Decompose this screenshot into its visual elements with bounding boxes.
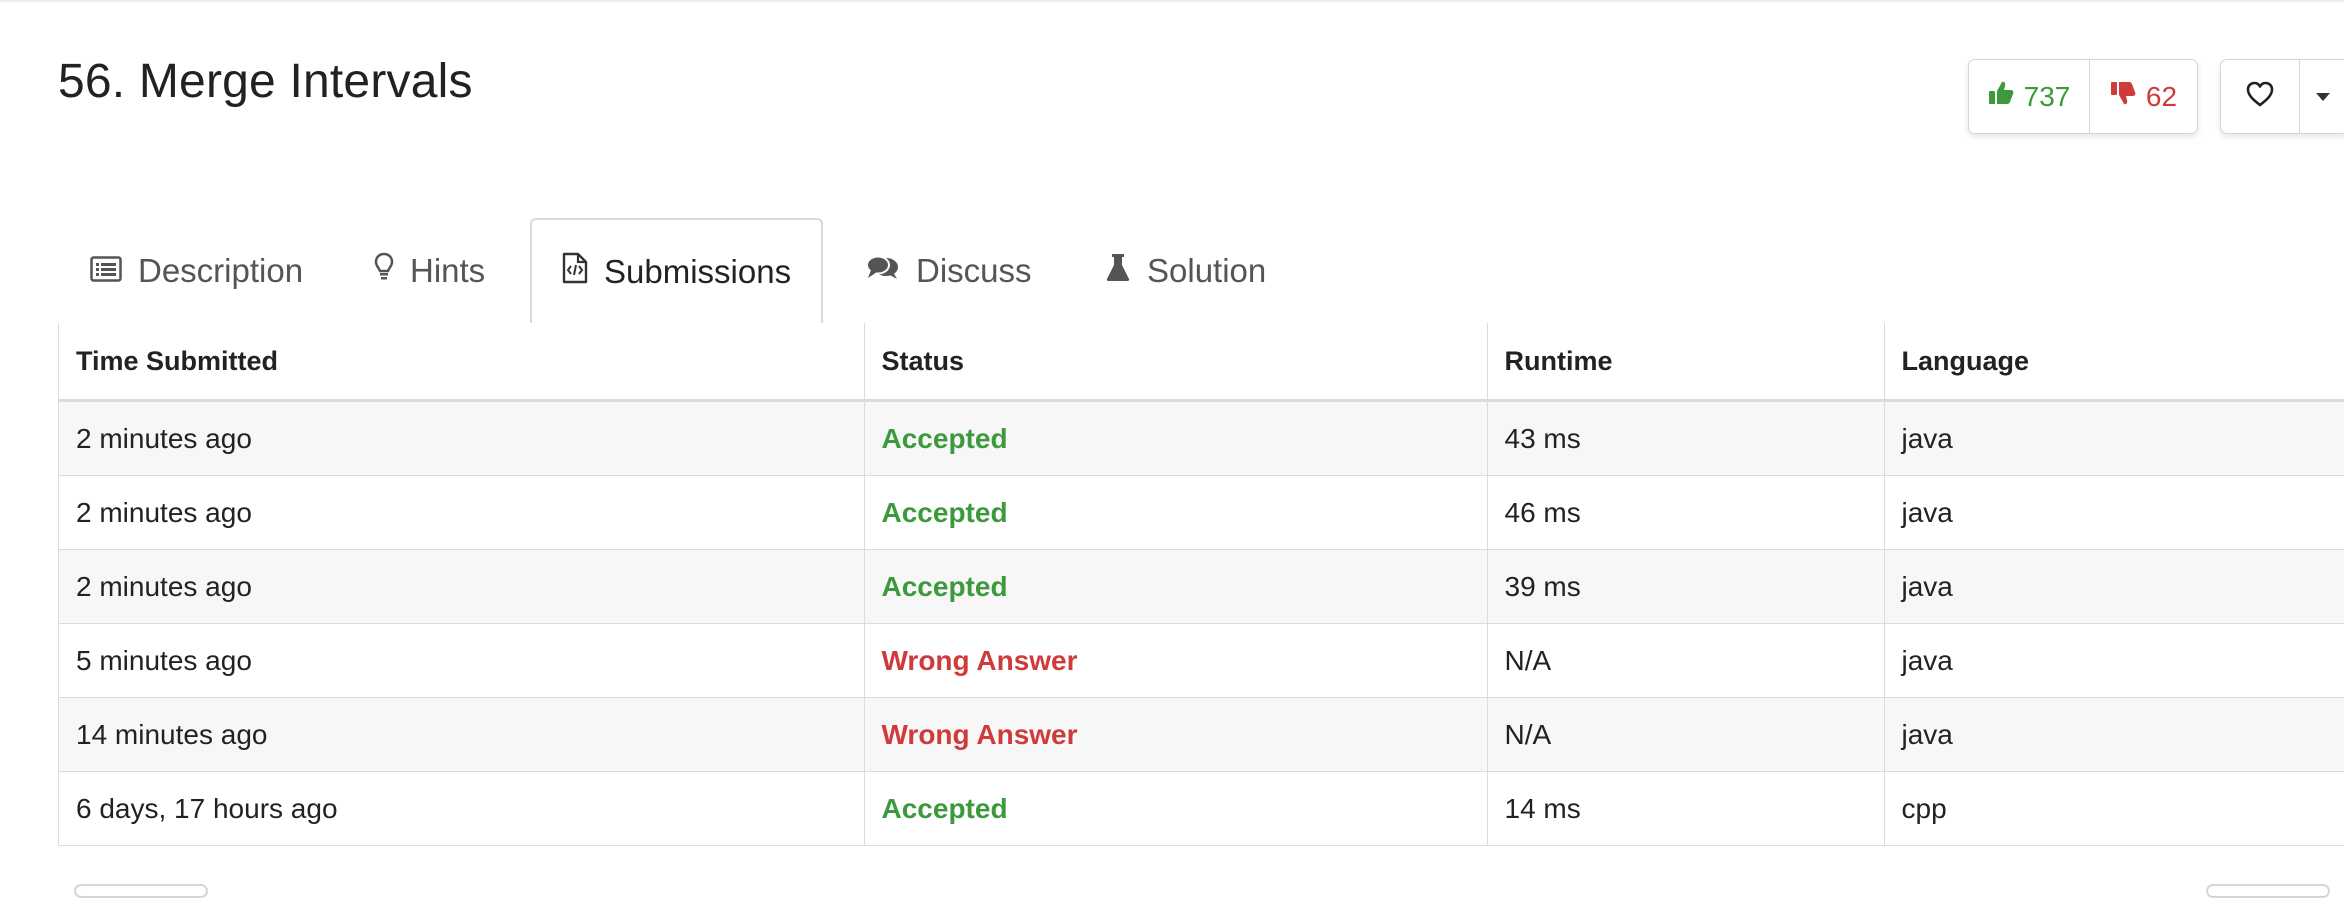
cell-language: java <box>1884 697 2344 772</box>
table-row: 2 minutes ago Accepted 43 ms java <box>59 400 2344 476</box>
cell-language: java <box>1884 623 2344 698</box>
cell-runtime: N/A <box>1487 697 1885 772</box>
header-time-submitted: Time Submitted <box>59 323 865 402</box>
header-language: Language <box>1884 323 2344 402</box>
table-row: 6 days, 17 hours ago Accepted 14 ms cpp <box>59 771 2344 845</box>
tab-label-description: Description <box>138 251 304 289</box>
table-row: 5 minutes ago Wrong Answer N/A java <box>59 623 2344 698</box>
cell-time: 2 minutes ago <box>59 549 865 624</box>
cell-runtime: 43 ms <box>1487 400 1885 476</box>
heart-icon <box>2245 80 2275 113</box>
cell-language: cpp <box>1884 771 2344 845</box>
tab-label-submissions: Submissions <box>604 252 792 290</box>
table-row: 14 minutes ago Wrong Answer N/A java <box>59 697 2344 772</box>
downvote-button[interactable]: 62 <box>2089 60 2197 133</box>
cell-time: 14 minutes ago <box>59 697 865 772</box>
list-icon <box>90 252 122 290</box>
header-runtime: Runtime <box>1487 323 1885 402</box>
cell-language: java <box>1884 475 2344 550</box>
tab-hints[interactable]: Hints <box>374 218 485 323</box>
cell-runtime: N/A <box>1487 623 1885 698</box>
tab-submissions[interactable]: Submissions <box>530 218 824 325</box>
cell-time: 5 minutes ago <box>59 623 865 698</box>
cell-language: java <box>1884 549 2344 624</box>
header-status: Status <box>864 323 1488 402</box>
thumbs-up-icon <box>1988 80 2014 113</box>
status-link[interactable]: Accepted <box>882 571 1008 602</box>
favorite-group <box>2220 59 2344 134</box>
comments-icon <box>866 252 900 290</box>
table-row: 2 minutes ago Accepted 46 ms java <box>59 475 2344 550</box>
cell-runtime: 14 ms <box>1487 771 1885 845</box>
problem-tabs: Description Hints Submissions Discuss So… <box>58 218 2344 325</box>
dislike-count: 62 <box>2145 80 2178 112</box>
cell-runtime: 39 ms <box>1487 549 1885 624</box>
flask-icon <box>1105 252 1131 290</box>
status-link[interactable]: Accepted <box>882 793 1008 824</box>
cell-time: 2 minutes ago <box>59 475 865 550</box>
status-link[interactable]: Accepted <box>882 497 1008 528</box>
code-file-icon <box>562 252 588 292</box>
lightbulb-icon <box>374 252 394 290</box>
vote-group: 737 62 <box>1968 59 2198 134</box>
tab-solution[interactable]: Solution <box>1105 218 1266 323</box>
tab-label-hints: Hints <box>410 251 486 289</box>
pager-next-button[interactable] <box>2206 884 2330 898</box>
tab-label-discuss: Discuss <box>916 251 1032 289</box>
tab-discuss[interactable]: Discuss <box>866 218 1032 323</box>
status-link[interactable]: Wrong Answer <box>882 719 1078 750</box>
tab-description[interactable]: Description <box>90 218 303 323</box>
cell-runtime: 46 ms <box>1487 475 1885 550</box>
like-count: 737 <box>2023 80 2071 112</box>
top-divider <box>0 0 2344 2</box>
page-title: 56. Merge Intervals <box>58 55 473 108</box>
table-header-row: Time Submitted Status Runtime Language <box>59 323 2344 402</box>
favorite-button[interactable] <box>2221 60 2299 133</box>
status-link[interactable]: Wrong Answer <box>882 645 1078 676</box>
table-row: 2 minutes ago Accepted 39 ms java <box>59 549 2344 624</box>
thumbs-down-icon <box>2110 80 2136 113</box>
cell-time: 6 days, 17 hours ago <box>59 771 865 845</box>
tab-label-solution: Solution <box>1147 251 1267 289</box>
pager-prev-button[interactable] <box>74 884 208 898</box>
upvote-button[interactable]: 737 <box>1969 60 2089 133</box>
status-link[interactable]: Accepted <box>882 423 1008 454</box>
submissions-table: Time Submitted Status Runtime Language 2… <box>58 323 2344 846</box>
favorite-dropdown-toggle[interactable] <box>2299 60 2344 133</box>
cell-language: java <box>1884 400 2344 476</box>
caret-down-icon <box>2315 92 2330 101</box>
cell-time: 2 minutes ago <box>59 400 865 476</box>
